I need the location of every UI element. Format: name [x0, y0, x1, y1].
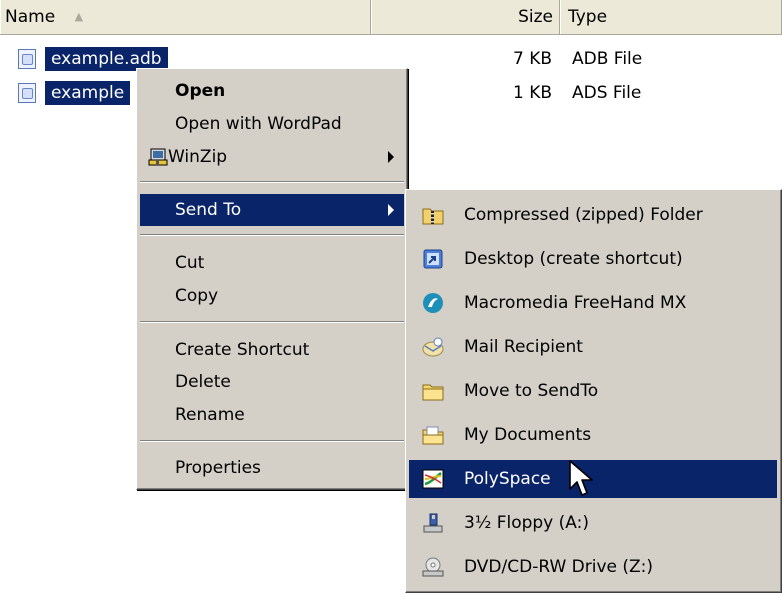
send-to-compressed-folder[interactable]: Compressed (zipped) Folder: [409, 196, 777, 234]
menu-item-delete[interactable]: Delete: [140, 366, 404, 398]
send-to-label: Macromedia FreeHand MX: [464, 293, 687, 313]
menu-item-label: Create Shortcut: [175, 340, 310, 360]
column-header-type[interactable]: Type: [560, 0, 782, 34]
send-to-floppy[interactable]: 3½ Floppy (A:): [409, 504, 777, 542]
menu-item-winzip[interactable]: WinZip: [140, 141, 404, 173]
file-name[interactable]: example: [45, 81, 131, 105]
menu-item-label: Rename: [175, 405, 245, 425]
send-to-dvd-drive[interactable]: DVD/CD-RW Drive (Z:): [409, 548, 777, 586]
menu-separator: [140, 181, 404, 183]
menu-separator: [140, 321, 404, 323]
send-to-label: Compressed (zipped) Folder: [464, 205, 703, 225]
send-to-freehand[interactable]: Macromedia FreeHand MX: [409, 284, 777, 322]
send-to-desktop[interactable]: Desktop (create shortcut): [409, 240, 777, 278]
context-menu: Open Open with WordPad WinZip Send To Cu…: [136, 68, 408, 490]
column-header-name[interactable]: Name ▲: [0, 0, 371, 34]
send-to-submenu: Compressed (zipped) Folder Desktop (crea…: [405, 189, 782, 593]
send-to-label: Mail Recipient: [464, 337, 583, 357]
submenu-arrow-icon: [388, 204, 394, 216]
send-to-label: 3½ Floppy (A:): [464, 513, 589, 533]
menu-item-label: WinZip: [168, 147, 228, 167]
menu-item-properties[interactable]: Properties: [140, 452, 404, 484]
file-type: ADB File: [572, 49, 643, 69]
sort-ascending-icon: ▲: [74, 10, 84, 23]
column-header-bar: Name ▲ Size Type: [0, 0, 782, 35]
menu-item-create-shortcut[interactable]: Create Shortcut: [140, 334, 404, 366]
menu-item-rename[interactable]: Rename: [140, 399, 404, 431]
menu-item-copy[interactable]: Copy: [140, 280, 404, 312]
document-file-icon: [18, 49, 36, 69]
file-type: ADS File: [572, 83, 642, 103]
menu-item-label: Delete: [175, 372, 231, 392]
menu-separator: [140, 234, 404, 236]
send-to-mail-recipient[interactable]: Mail Recipient: [409, 328, 777, 366]
submenu-arrow-icon: [388, 151, 394, 163]
desktop-shortcut-icon: [423, 249, 443, 269]
send-to-my-documents[interactable]: My Documents: [409, 416, 777, 454]
send-to-move-to-sendto[interactable]: Move to SendTo: [409, 372, 777, 410]
file-size: 1 KB: [512, 83, 552, 103]
menu-separator: [140, 440, 404, 442]
menu-item-label: Open with WordPad: [175, 114, 342, 134]
send-to-label: My Documents: [464, 425, 592, 445]
my-documents-icon: [422, 426, 444, 445]
menu-item-open[interactable]: Open: [140, 75, 404, 107]
document-file-icon: [18, 83, 36, 103]
winzip-icon: [148, 148, 168, 166]
freehand-icon: [423, 293, 443, 313]
menu-item-open-with-wordpad[interactable]: Open with WordPad: [140, 108, 404, 140]
send-to-label: PolySpace: [464, 469, 551, 489]
menu-item-label: Cut: [175, 253, 205, 273]
dvd-drive-icon: [422, 557, 444, 577]
menu-item-label: Open: [175, 81, 226, 101]
column-header-name-label: Name: [5, 7, 56, 27]
send-to-label: Move to SendTo: [464, 381, 599, 401]
menu-item-label: Send To: [175, 200, 242, 220]
column-header-size[interactable]: Size: [371, 0, 560, 34]
send-to-label: DVD/CD-RW Drive (Z:): [464, 557, 654, 577]
file-size: 7 KB: [512, 49, 552, 69]
folder-icon: [422, 384, 444, 401]
zipped-folder-icon: [422, 208, 444, 225]
column-header-size-label: Size: [518, 7, 553, 27]
menu-item-cut[interactable]: Cut: [140, 247, 404, 279]
column-header-type-label: Type: [568, 7, 608, 27]
menu-item-send-to[interactable]: Send To: [140, 194, 404, 226]
polyspace-icon: [422, 469, 444, 489]
floppy-drive-icon: [423, 513, 443, 533]
mail-recipient-icon: [422, 337, 444, 357]
menu-item-label: Properties: [175, 458, 261, 478]
send-to-label: Desktop (create shortcut): [464, 249, 683, 269]
menu-item-label: Copy: [175, 286, 219, 306]
mouse-pointer-icon: [569, 460, 593, 496]
